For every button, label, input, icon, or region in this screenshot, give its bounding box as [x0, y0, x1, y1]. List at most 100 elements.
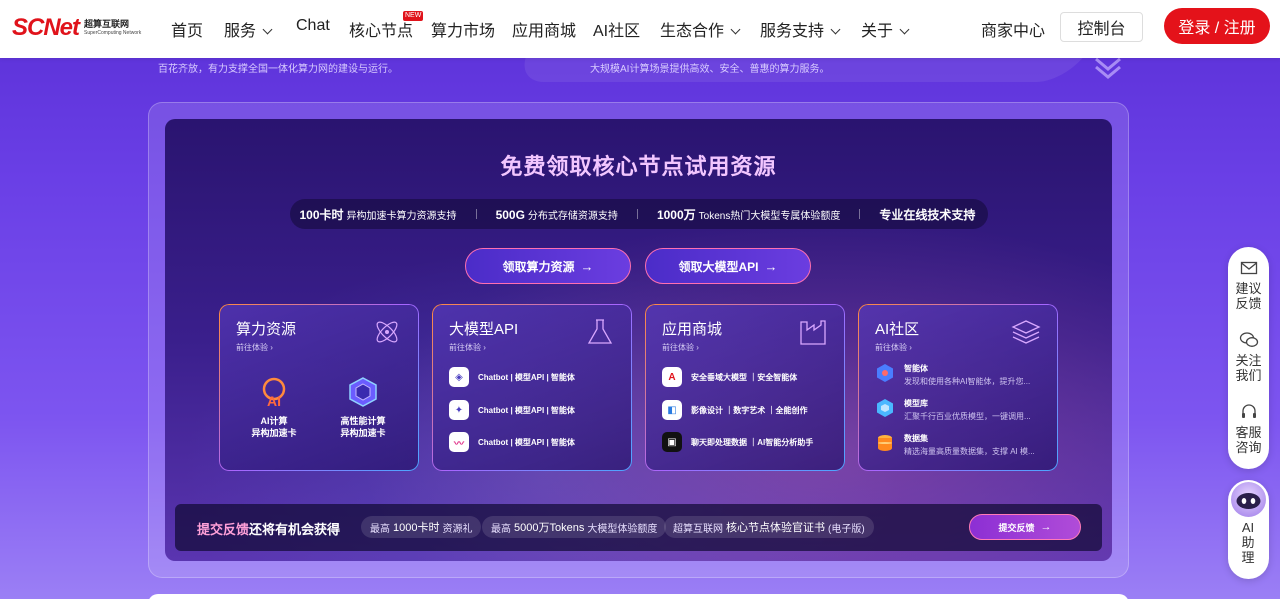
- row-label: Chatbot | 模型API | 智能体: [478, 437, 575, 447]
- card-compute-resources[interactable]: 算力资源 前往体验 › AI AI计算 异构加速卡 高性能计算 异构加速卡: [219, 304, 419, 471]
- list-item[interactable]: ◧ 影像设计 ｜数字艺术 ｜全能创作: [662, 400, 807, 420]
- divider: [636, 209, 638, 219]
- card-explore-link[interactable]: 前往体验 ›: [875, 342, 912, 353]
- top-navigation: SCNet 超算互联网 SuperComputing Network 首页 服务…: [0, 0, 1280, 58]
- svg-text:AI: AI: [267, 393, 281, 409]
- app-logo-icon: ▣: [662, 432, 682, 452]
- atom-icon: [376, 321, 398, 343]
- list-item[interactable]: 模型库汇聚千行百业优质模型，一键调用...: [875, 398, 1031, 422]
- suggest-feedback-button[interactable]: 建议反馈: [1228, 259, 1269, 311]
- wechat-icon: [1239, 332, 1258, 347]
- arrow-right-icon: →: [580, 258, 594, 274]
- row-label: Chatbot | 模型API | 智能体: [478, 405, 575, 415]
- row-desc: 汇聚千行百业优质模型，一键调用...: [904, 412, 1031, 421]
- logo[interactable]: SCNet 超算互联网 SuperComputing Network: [12, 13, 141, 43]
- nav-services[interactable]: 服务: [224, 17, 273, 41]
- chip-value: 核心节点体验官证书: [726, 522, 825, 534]
- feedback-title: 提交反馈还将有机会获得: [197, 519, 340, 538]
- reward-chip: 最高 5000万Tokens 大模型体验额度: [482, 516, 667, 538]
- chevron-down-icon: [899, 24, 910, 35]
- arrow-right-icon: →: [764, 258, 778, 274]
- row-title: 模型库: [904, 399, 928, 408]
- gpu-ai-item[interactable]: AI AI计算 异构加速卡: [244, 375, 304, 439]
- gpu-line1: AI计算: [260, 416, 288, 426]
- arrow-right-icon: →: [1040, 521, 1052, 533]
- feedback-bar: 提交反馈还将有机会获得 最高 1000卡时 资源礼 最高 5000万Tokens 大模型…: [175, 504, 1102, 551]
- feature-item: 500G 分布式存储资源支持: [496, 207, 618, 222]
- card-title: 大模型API: [449, 321, 519, 338]
- nav-about[interactable]: 关于: [861, 17, 910, 41]
- nav-about-label: 关于: [861, 23, 894, 40]
- chip-value: 5000万Tokens: [514, 522, 585, 534]
- card-title: 应用商城: [662, 321, 723, 338]
- list-item[interactable]: A 安全垂域大模型 ｜安全智能体: [662, 367, 797, 387]
- row-label: 影像设计 ｜数字艺术 ｜全能创作: [691, 405, 808, 415]
- card-llm-api[interactable]: 大模型API 前往体验 › ◈ Chatbot | 模型API | 智能体 ✦ Ch…: [432, 304, 632, 471]
- console-button[interactable]: 控制台: [1060, 12, 1143, 42]
- chip-post: 资源礼: [442, 523, 473, 535]
- chip-pre: 最高: [491, 523, 511, 535]
- model-logo-icon: 〰: [449, 432, 469, 452]
- divider: [859, 209, 861, 219]
- ai-avatar-icon: [1231, 482, 1266, 517]
- double-chevron-down-icon[interactable]: [1093, 55, 1123, 81]
- logo-cn: 超算互联网: [84, 19, 130, 29]
- list-item[interactable]: 〰 Chatbot | 模型API | 智能体: [449, 432, 575, 452]
- nav-ecosystem[interactable]: 生态合作: [660, 17, 741, 41]
- claim-api-button[interactable]: 领取大模型API →: [645, 248, 811, 284]
- list-item[interactable]: ▣ 聊天即处理数据 ｜AI智能分析助手: [662, 432, 813, 452]
- nav-compute-market[interactable]: 算力市场: [431, 17, 495, 41]
- app-logo-icon: A: [662, 367, 682, 387]
- card-explore-link[interactable]: 前往体验 ›: [449, 342, 486, 353]
- side-label: 建议反馈: [1235, 281, 1262, 311]
- chip-pre: 超算互联网: [673, 523, 723, 535]
- nav-services-label: 服务: [224, 23, 257, 40]
- claim-api-label: 领取大模型API: [678, 259, 759, 274]
- list-item[interactable]: ✦ Chatbot | 模型API | 智能体: [449, 400, 575, 420]
- list-item[interactable]: ◈ Chatbot | 模型API | 智能体: [449, 367, 575, 387]
- nav-ai-community[interactable]: AI社区: [593, 17, 640, 41]
- chevron-down-icon: [730, 24, 741, 35]
- row-desc: 发现和使用各种AI智能体，提升您...: [904, 377, 1031, 386]
- merchant-center-link[interactable]: 商家中心: [981, 17, 1045, 41]
- chevron-down-icon: [262, 24, 273, 35]
- row-title: 智能体: [904, 364, 928, 373]
- login-register-button[interactable]: 登录 / 注册: [1164, 8, 1270, 44]
- nav-ecosystem-label: 生态合作: [660, 23, 725, 40]
- nav-support[interactable]: 服务支持: [760, 17, 841, 41]
- envelope-icon: [1240, 261, 1257, 275]
- nav-chat[interactable]: Chat: [296, 17, 330, 35]
- database-icon: [878, 435, 892, 451]
- submit-feedback-button[interactable]: 提交反馈 →: [969, 514, 1081, 540]
- feature-desc: Tokens热门大模型专属体验额度: [698, 210, 841, 222]
- side-toolbar: 建议反馈 关注我们 客服咨询: [1228, 247, 1269, 469]
- feedback-title-highlight: 提交反馈: [197, 522, 250, 537]
- feature-item: 专业在线技术支持: [879, 206, 978, 223]
- feature-item: 100卡时 异构加速卡算力资源支持: [300, 206, 457, 223]
- chevron-down-icon: [830, 24, 841, 35]
- claim-compute-button[interactable]: 领取算力资源 →: [465, 248, 631, 284]
- row-label: 安全垂域大模型 ｜安全智能体: [691, 372, 798, 382]
- nav-app-store[interactable]: 应用商城: [512, 17, 576, 41]
- agent-icon: [877, 364, 893, 382]
- nav-home[interactable]: 首页: [171, 17, 203, 41]
- card-app-store[interactable]: 应用商城 前往体验 › A 安全垂域大模型 ｜安全智能体 ◧ 影像设计 ｜数字艺术 …: [645, 304, 845, 471]
- section-title: 免费领取核心节点试用资源: [500, 154, 777, 179]
- customer-service-button[interactable]: 客服咨询: [1228, 403, 1269, 455]
- card-explore-link[interactable]: 前往体验 ›: [662, 342, 699, 353]
- app-logo-icon: ◧: [662, 400, 682, 420]
- previous-section-text-right: 大规模AI计算场景提供高效、安全、普惠的算力服务。: [590, 64, 830, 75]
- ai-assistant-button[interactable]: AI助理: [1228, 480, 1269, 579]
- gpu-line2: 异构加速卡: [340, 428, 386, 438]
- card-explore-link[interactable]: 前往体验 ›: [236, 342, 273, 353]
- follow-us-button[interactable]: 关注我们: [1228, 331, 1269, 383]
- list-item[interactable]: 数据集 精选海量高质量数据集，支撑 AI 模...: [875, 433, 1035, 457]
- card-ai-community[interactable]: AI社区 前往体验 › 智能体发现和使用各种AI智能体，提升您... 模型库汇聚…: [858, 304, 1058, 471]
- model-logo-icon: ✦: [449, 400, 469, 420]
- gpu-hpc-item[interactable]: 高性能计算 异构加速卡: [328, 375, 398, 439]
- row-title: 数据集: [904, 434, 928, 443]
- card-title: AI社区: [875, 321, 920, 338]
- feature-value: 500G: [495, 207, 525, 222]
- reward-chip: 超算互联网 核心节点体验官证书 (电子版): [664, 516, 874, 538]
- list-item[interactable]: 智能体发现和使用各种AI智能体，提升您...: [875, 363, 1030, 387]
